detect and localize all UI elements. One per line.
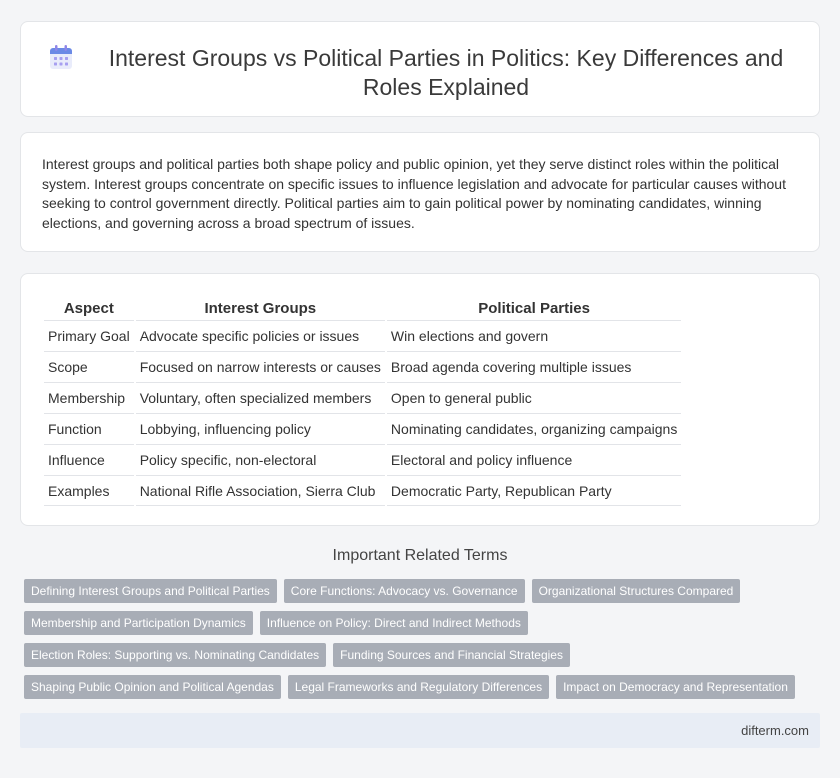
table-row: Scope Focused on narrow interests or cau… [44,351,682,382]
table-row: Membership Voluntary, often specialized … [44,382,682,413]
table-cell: Voluntary, often specialized members [135,382,385,413]
related-term-tag[interactable]: Shaping Public Opinion and Political Age… [24,675,281,699]
table-cell: Examples [44,475,134,506]
tag-row: Membership and Participation Dynamics In… [24,611,824,635]
comparison-card: Aspect Interest Groups Political Parties… [20,273,820,526]
tag-row: Defining Interest Groups and Political P… [24,579,824,603]
column-header-political-parties: Political Parties [478,300,590,317]
related-term-tag[interactable]: Core Functions: Advocacy vs. Governance [283,579,525,603]
table-row: Primary Goal Advocate specific policies … [44,320,682,351]
footer-bar: difterm.com [20,713,820,748]
related-term-tag[interactable]: Election Roles: Supporting vs. Nominatin… [24,643,327,667]
related-term-tag[interactable]: Impact on Democracy and Representation [556,675,795,699]
table-cell: Win elections and govern [386,320,682,351]
table-row: Examples National Rifle Association, Sie… [44,475,682,506]
table-cell: Policy specific, non-electoral [135,444,385,475]
table-cell: Lobbying, influencing policy [135,413,385,444]
related-term-tag[interactable]: Membership and Participation Dynamics [24,611,253,635]
table-cell: Electoral and policy influence [386,444,682,475]
column-header-aspect: Aspect [63,300,114,317]
table-cell: Primary Goal [44,320,134,351]
site-domain-link[interactable]: difterm.com [741,723,809,738]
table-cell: Membership [44,382,134,413]
table-cell: Focused on narrow interests or causes [135,351,385,382]
comparison-table: Aspect Interest Groups Political Parties… [42,294,683,506]
table-header-row: Aspect Interest Groups Political Parties [44,294,681,320]
related-term-tag[interactable]: Defining Interest Groups and Political P… [24,579,277,603]
tag-row: Election Roles: Supporting vs. Nominatin… [24,643,824,667]
table-row: Influence Policy specific, non-electoral… [44,444,682,475]
table-cell: Scope [44,351,134,382]
table-cell: Advocate specific policies or issues [135,320,385,351]
table-cell: National Rifle Association, Sierra Club [135,475,385,506]
table-cell: Influence [44,444,134,475]
header-card: Interest Groups vs Political Parties in … [20,21,820,117]
related-term-tag[interactable]: Organizational Structures Compared [531,579,741,603]
related-term-tag[interactable]: Funding Sources and Financial Strategies [333,643,570,667]
intro-paragraph: Interest groups and political parties bo… [42,156,786,231]
table-cell: Function [44,413,134,444]
table-cell: Democratic Party, Republican Party [386,475,682,506]
related-term-tag[interactable]: Influence on Policy: Direct and Indirect… [259,611,528,635]
intro-card: Interest groups and political parties bo… [20,132,820,252]
table-row: Function Lobbying, influencing policy No… [44,413,682,444]
column-header-interest-groups: Interest Groups [204,300,317,317]
page-title: Interest Groups vs Political Parties in … [108,45,784,100]
table-cell: Nominating candidates, organizing campai… [386,413,682,444]
calendar-icon [49,44,73,70]
related-terms-title: Important Related Terms [332,547,508,564]
related-terms-tags: Defining Interest Groups and Political P… [24,579,824,707]
table-cell: Broad agenda covering multiple issues [386,351,682,382]
tag-row: Shaping Public Opinion and Political Age… [24,675,824,699]
table-cell: Open to general public [386,382,682,413]
related-term-tag[interactable]: Legal Frameworks and Regulatory Differen… [287,675,550,699]
